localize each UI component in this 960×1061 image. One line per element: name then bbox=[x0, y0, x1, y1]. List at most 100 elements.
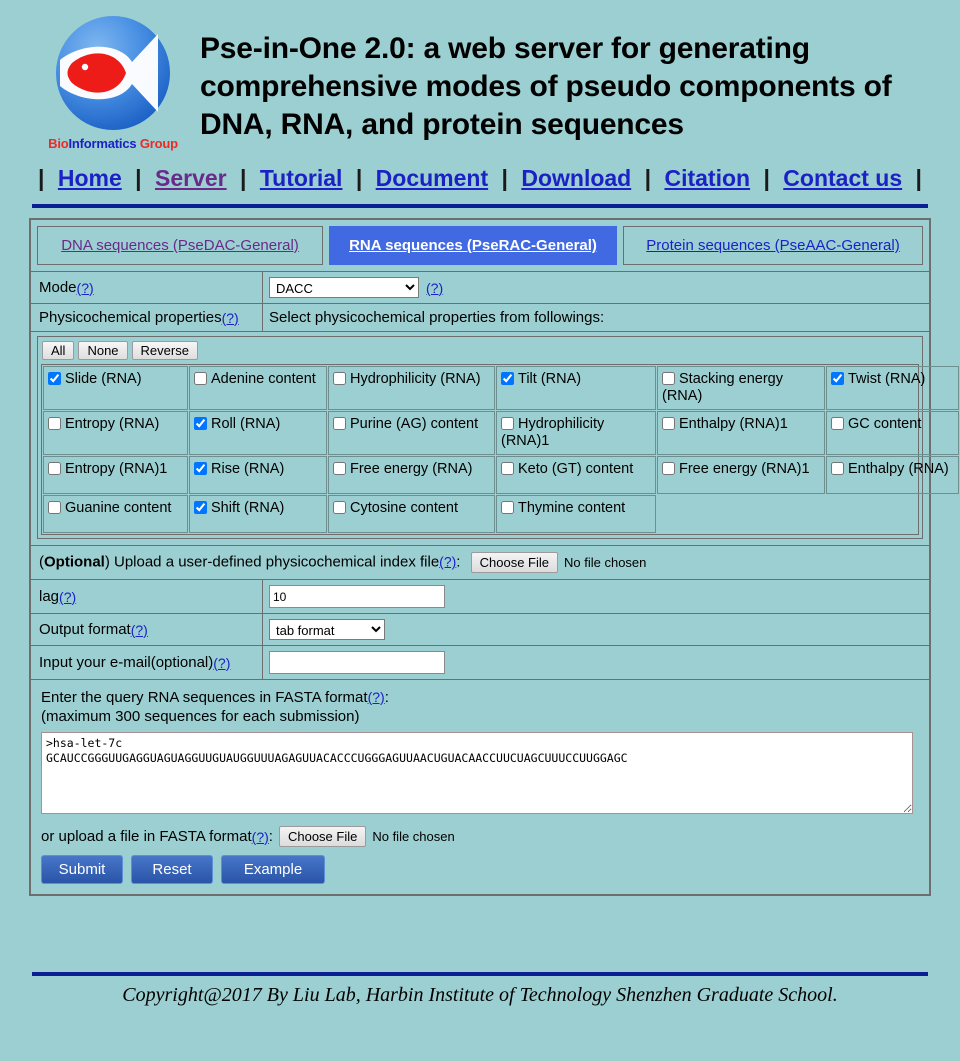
physchem-checkbox[interactable] bbox=[333, 417, 346, 430]
select-reverse-button[interactable]: Reverse bbox=[131, 341, 198, 360]
physchem-checkbox[interactable] bbox=[831, 372, 844, 385]
reset-button[interactable]: Reset bbox=[131, 855, 213, 884]
physchem-option-gc-content[interactable]: GC content bbox=[826, 411, 959, 455]
physchem-option-tilt-rna[interactable]: Tilt (RNA) bbox=[496, 366, 656, 410]
physchem-option-entropy-rna[interactable]: Entropy (RNA) bbox=[43, 411, 188, 455]
physchem-option-rise-rna[interactable]: Rise (RNA) bbox=[189, 456, 327, 494]
physchem-checkbox[interactable] bbox=[831, 417, 844, 430]
physchem-option-free-energy-rna[interactable]: Free energy (RNA) bbox=[328, 456, 495, 494]
physchem-checkbox[interactable] bbox=[831, 462, 844, 475]
output-format-help-icon[interactable]: (?) bbox=[131, 622, 148, 638]
physchem-checkbox[interactable] bbox=[48, 417, 61, 430]
index-upload-colon: : bbox=[456, 553, 461, 571]
sequence-help-icon[interactable]: (?) bbox=[368, 689, 385, 705]
output-format-value-cell: tab format bbox=[263, 614, 929, 645]
nav-item-citation[interactable]: Citation bbox=[660, 165, 754, 191]
physchem-option-enthalpy-rna-1[interactable]: Enthalpy (RNA)1 bbox=[657, 411, 825, 455]
lag-value-cell bbox=[263, 580, 929, 613]
example-button[interactable]: Example bbox=[221, 855, 325, 884]
nav-item-download[interactable]: Download bbox=[517, 165, 635, 191]
physchem-checkbox[interactable] bbox=[194, 501, 207, 514]
sequence-textarea[interactable]: >hsa-let-7c GCAUCCGGGUUGAGGUAGUAGGUUGUAU… bbox=[41, 732, 913, 814]
physchem-option-entropy-rna-1[interactable]: Entropy (RNA)1 bbox=[43, 456, 188, 494]
email-input[interactable] bbox=[269, 651, 445, 674]
physchem-option-free-energy-rna-1[interactable]: Free energy (RNA)1 bbox=[657, 456, 825, 494]
physchem-option-twist-rna[interactable]: Twist (RNA) bbox=[826, 366, 959, 410]
physchem-checkbox[interactable] bbox=[194, 417, 207, 430]
physchem-option-adenine-content[interactable]: Adenine content bbox=[189, 366, 327, 410]
nav-item-home[interactable]: Home bbox=[54, 165, 126, 191]
physchem-checkbox[interactable] bbox=[333, 372, 346, 385]
fasta-file-picker[interactable]: Choose File No file chosen bbox=[278, 826, 455, 847]
physchem-checkbox[interactable] bbox=[662, 417, 675, 430]
select-all-button[interactable]: All bbox=[42, 341, 75, 360]
mode-help-icon[interactable]: (?) bbox=[77, 280, 94, 296]
physchem-checkbox[interactable] bbox=[48, 501, 61, 514]
physchem-option-enthalpy-rna[interactable]: Enthalpy (RNA) bbox=[826, 456, 959, 494]
physchem-option-label: Entropy (RNA) bbox=[65, 416, 160, 432]
lag-input[interactable] bbox=[269, 585, 445, 608]
physchem-option-keto-gt-content[interactable]: Keto (GT) content bbox=[496, 456, 656, 494]
tab-protein-sequences[interactable]: Protein sequences (PseAAC-General) bbox=[623, 226, 923, 265]
physchem-checkbox[interactable] bbox=[662, 462, 675, 475]
index-upload-help-icon[interactable]: (?) bbox=[439, 553, 456, 569]
physchem-checkbox[interactable] bbox=[501, 372, 514, 385]
sequence-cell: Enter the query RNA sequences in FASTA f… bbox=[31, 680, 929, 894]
physchem-option-hydrophilicity-rna[interactable]: Hydrophilicity (RNA) bbox=[328, 366, 495, 410]
physchem-option-label: Thymine content bbox=[518, 500, 626, 516]
lag-help-icon[interactable]: (?) bbox=[59, 589, 76, 605]
physchem-option-guanine-content[interactable]: Guanine content bbox=[43, 495, 188, 533]
physchem-checkbox[interactable] bbox=[501, 501, 514, 514]
sequence-instructions: Enter the query RNA sequences in FASTA f… bbox=[41, 688, 919, 726]
physchem-checkbox[interactable] bbox=[194, 462, 207, 475]
nav-separator: | bbox=[355, 165, 363, 191]
physchem-option-thymine-content[interactable]: Thymine content bbox=[496, 495, 656, 533]
physchem-option-roll-rna[interactable]: Roll (RNA) bbox=[189, 411, 327, 455]
tab-dna-sequences[interactable]: DNA sequences (PseDAC-General) bbox=[37, 226, 323, 265]
index-file-picker[interactable]: Choose File No file chosen bbox=[470, 552, 646, 573]
nav-item-server[interactable]: Server bbox=[151, 165, 231, 191]
sequence-type-tabs: DNA sequences (PseDAC-General) RNA seque… bbox=[31, 220, 929, 272]
physchem-checkbox[interactable] bbox=[194, 372, 207, 385]
fasta-upload-help-icon[interactable]: (?) bbox=[252, 829, 269, 845]
physchem-checkbox[interactable] bbox=[48, 372, 61, 385]
tab-rna-label[interactable]: RNA sequences (PseRAC-General) bbox=[349, 237, 597, 254]
physchem-option-shift-rna[interactable]: Shift (RNA) bbox=[189, 495, 327, 533]
nav-item-contact-us[interactable]: Contact us bbox=[779, 165, 906, 191]
email-help-icon[interactable]: (?) bbox=[213, 655, 230, 671]
output-format-select[interactable]: tab format bbox=[269, 619, 385, 640]
sequence-label-line2: (maximum 300 sequences for each submissi… bbox=[41, 708, 360, 725]
nav-separator: | bbox=[240, 165, 247, 191]
physchem-help-icon[interactable]: (?) bbox=[222, 310, 239, 326]
physchem-option-hydrophilicity-rna-1[interactable]: Hydrophilicity (RNA)1 bbox=[496, 411, 656, 455]
fasta-file-status: No file chosen bbox=[372, 829, 455, 844]
physchem-checkbox[interactable] bbox=[501, 417, 514, 430]
submit-button[interactable]: Submit bbox=[41, 855, 123, 884]
form-actions: Submit Reset Example bbox=[41, 855, 919, 884]
index-choose-file-button[interactable]: Choose File bbox=[470, 552, 559, 573]
tab-dna-label[interactable]: DNA sequences (PseDAC-General) bbox=[61, 237, 299, 254]
email-value-cell bbox=[263, 646, 929, 679]
mode-select-help-icon[interactable]: (?) bbox=[426, 280, 443, 296]
tab-protein-label[interactable]: Protein sequences (PseAAC-General) bbox=[646, 237, 899, 254]
email-label-cell: Input your e-mail(optional) (?) bbox=[31, 646, 263, 679]
tab-rna-sequences[interactable]: RNA sequences (PseRAC-General) bbox=[329, 226, 617, 265]
physchem-grid-row: Entropy (RNA)1 Rise (RNA) Free energy (R… bbox=[43, 456, 959, 494]
nav-item-document[interactable]: Document bbox=[372, 165, 492, 191]
physchem-option-label: Cytosine content bbox=[350, 500, 459, 516]
physchem-option-cytosine-content[interactable]: Cytosine content bbox=[328, 495, 495, 533]
physchem-grid-row: Slide (RNA) Adenine content Hydrophilici… bbox=[43, 366, 959, 410]
fasta-choose-file-button[interactable]: Choose File bbox=[278, 826, 367, 847]
physchem-option-purine-ag-content[interactable]: Purine (AG) content bbox=[328, 411, 495, 455]
physchem-checkbox[interactable] bbox=[333, 462, 346, 475]
page-root: BioInformatics Group Pse-in-One 2.0: a w… bbox=[0, 0, 960, 1061]
mode-select[interactable]: DACC bbox=[269, 277, 419, 298]
nav-item-tutorial[interactable]: Tutorial bbox=[256, 165, 347, 191]
physchem-option-stacking-energy-rna[interactable]: Stacking energy (RNA) bbox=[657, 366, 825, 410]
physchem-checkbox[interactable] bbox=[333, 501, 346, 514]
select-none-button[interactable]: None bbox=[78, 341, 128, 360]
physchem-checkbox[interactable] bbox=[501, 462, 514, 475]
physchem-option-slide-rna[interactable]: Slide (RNA) bbox=[43, 366, 188, 410]
physchem-checkbox[interactable] bbox=[48, 462, 61, 475]
physchem-checkbox[interactable] bbox=[662, 372, 675, 385]
